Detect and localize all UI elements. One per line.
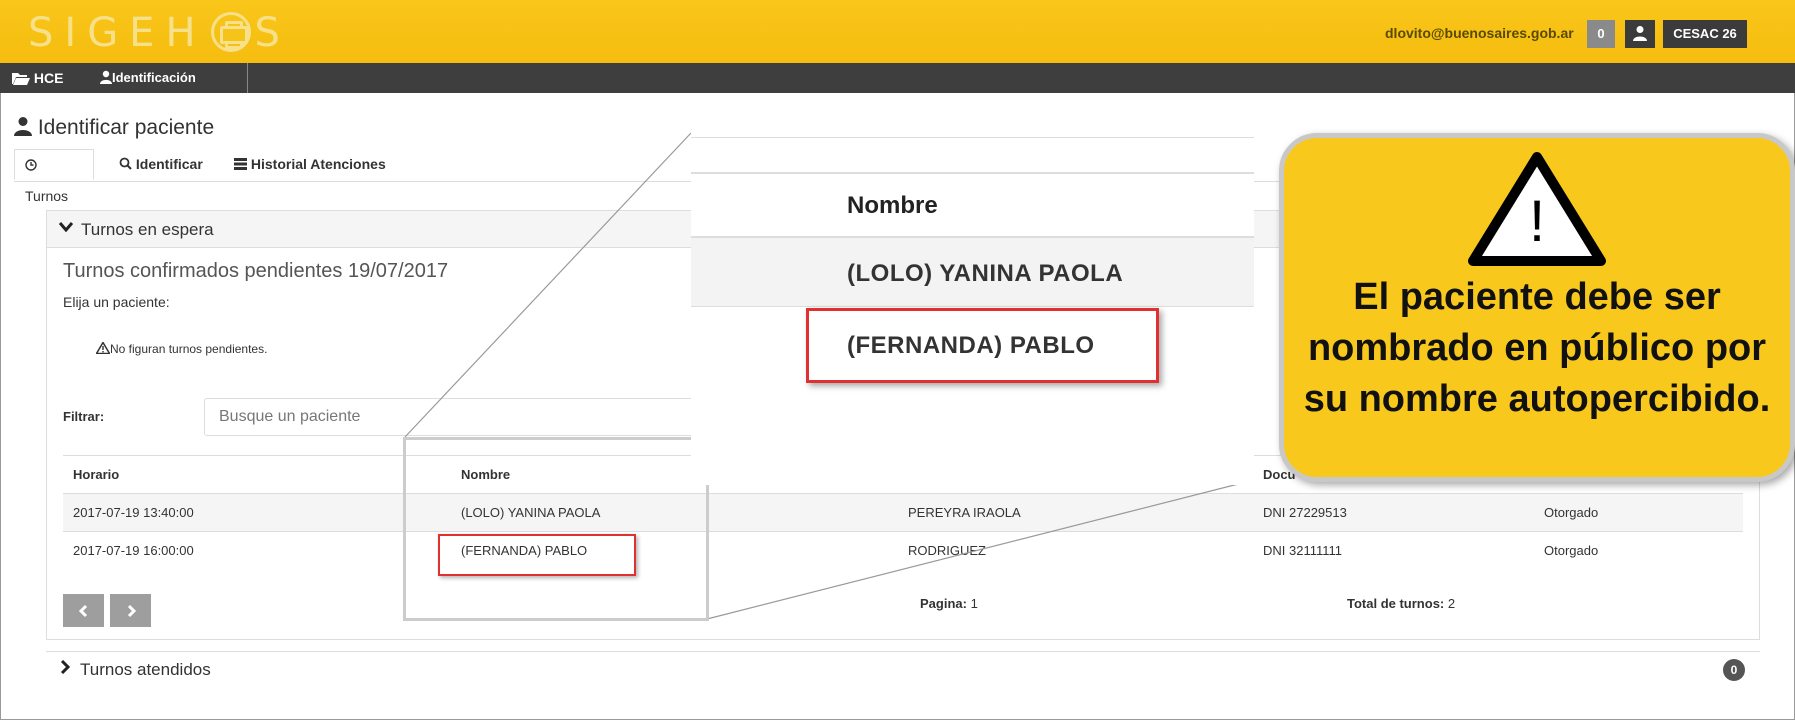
zoom-row: (LOLO) YANINA PAOLA (691, 238, 1254, 307)
nav-hce[interactable]: HCE (12, 63, 63, 93)
turnos-atendidos-panel[interactable]: Turnos atendidos (46, 651, 1760, 688)
chevron-right-icon (127, 604, 136, 618)
tab-historial-atenciones[interactable]: Historial Atenciones (224, 149, 396, 180)
empty-warning: No figuran turnos pendientes. (95, 341, 268, 356)
page-title: Identificar paciente (14, 116, 214, 140)
warning-symbol: ! (1529, 189, 1545, 254)
list-icon (234, 158, 247, 170)
nav-divider (247, 63, 248, 93)
nav-hce-label: HCE (33, 70, 64, 86)
tab-turnos-label: Turnos (25, 188, 69, 204)
user-profile-button[interactable] (1625, 20, 1655, 48)
cell-estado: Otorgado (1544, 505, 1599, 520)
zoom-highlight-box (806, 308, 1159, 383)
cell-documento: DNI 32111111 (1263, 543, 1343, 558)
notification-count-button[interactable]: 0 (1587, 20, 1615, 48)
chevron-down-icon (58, 219, 74, 237)
cell-apellido: RODRIGUEZ (908, 543, 986, 558)
main-nav: HCE Identificación (0, 63, 1795, 93)
user-icon (1633, 26, 1647, 41)
section-subtitle: Turnos confirmados pendientes 19/07/2017 (63, 260, 449, 282)
panel-title: Turnos en espera (81, 220, 214, 239)
previous-page-button[interactable] (63, 594, 104, 627)
cell-estado: Otorgado (1544, 543, 1599, 558)
user-icon (14, 117, 32, 136)
page-label: Pagina: (920, 596, 967, 611)
nav-identificacion-label: Identificación (112, 70, 196, 85)
table-row[interactable]: 2017-07-19 13:40:00 (LOLO) YANINA PAOLA … (63, 493, 1743, 532)
cell-apellido: PEREYRA IRAOLA (908, 505, 1021, 520)
user-email: dlovito@buenosaires.gob.ar (1385, 25, 1574, 41)
zoom-source-outline (403, 437, 709, 621)
page-indicator: Pagina: 1 (920, 596, 978, 611)
site-selector-button[interactable]: CESAC 26 (1663, 20, 1747, 48)
next-page-button[interactable] (110, 594, 151, 627)
search-icon (119, 157, 132, 170)
patient-search-input[interactable] (204, 398, 699, 436)
notice-callout: ! El paciente debe ser nombrado en públi… (1279, 133, 1795, 482)
warning-icon (95, 341, 111, 355)
turnos-atendidos-title: Turnos atendidos (80, 660, 211, 679)
clock-icon (25, 159, 37, 171)
zoom-header-text: Nombre (847, 192, 938, 219)
page-title-text: Identificar paciente (37, 116, 215, 139)
cell-documento: DNI 27229513 (1263, 505, 1347, 520)
tab-historial-label: Historial Atenciones (250, 156, 386, 172)
total-turnos: Total de turnos: 2 (1347, 596, 1455, 611)
atendidos-count-badge: 0 (1723, 659, 1745, 681)
cross-icon (210, 12, 251, 52)
tab-turnos[interactable]: Turnos (14, 149, 94, 204)
user-icon (100, 70, 112, 84)
section-hint: Elija un paciente: (63, 294, 170, 310)
cell-horario: 2017-07-19 13:40:00 (73, 505, 194, 520)
zoom-header-row: Nombre (691, 172, 1254, 238)
nav-identificacion[interactable]: Identificación (100, 63, 196, 93)
notice-text: El paciente debe ser nombrado en público… (1303, 276, 1771, 420)
tab-identificar[interactable]: Identificar (109, 149, 213, 180)
cell-horario: 2017-07-19 16:00:00 (73, 543, 194, 558)
column-header-horario[interactable]: Horario (73, 467, 119, 482)
page-value: 1 (970, 596, 978, 611)
table-row[interactable]: 2017-07-19 16:00:00 (FERNANDA) PABLO ROD… (63, 531, 1743, 570)
app-logo-text-tail: S (254, 10, 291, 56)
chevron-left-icon (78, 604, 87, 618)
zoom-row-text: (LOLO) YANINA PAOLA (847, 260, 1124, 287)
empty-warning-text: No figuran turnos pendientes. (110, 342, 268, 356)
app-logo[interactable]: SIGEH S (28, 10, 291, 56)
tab-identificar-label: Identificar (135, 156, 203, 172)
warning-icon: ! (1468, 152, 1606, 266)
app-logo-text: SIGEH (28, 10, 207, 56)
zoom-divider (691, 137, 1254, 138)
total-value: 2 (1447, 596, 1456, 611)
top-bar: SIGEH S dlovito@buenosaires.gob.ar 0 CESA… (0, 0, 1795, 63)
filter-label: Filtrar: (63, 409, 105, 424)
folder-open-icon (12, 73, 30, 85)
total-label: Total de turnos: (1347, 596, 1445, 611)
chevron-right-icon (60, 659, 71, 679)
